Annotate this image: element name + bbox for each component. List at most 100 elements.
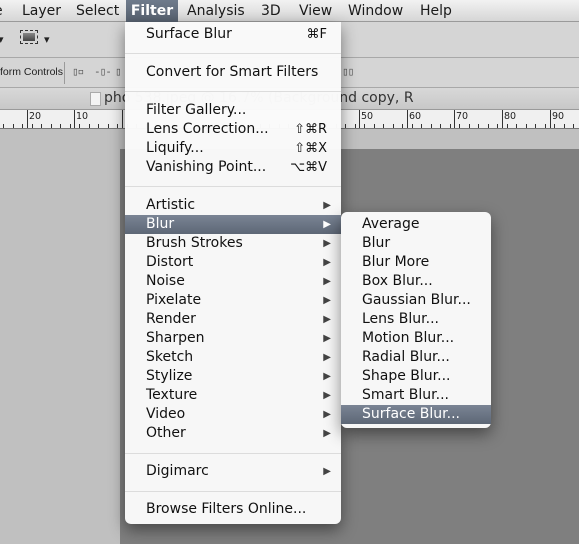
blur-menu-item-blur[interactable]: Blur bbox=[341, 234, 491, 253]
menu-item-label: Pixelate bbox=[146, 292, 202, 308]
divider bbox=[64, 62, 65, 84]
align-bottom-icon[interactable]: ▯ bbox=[115, 65, 122, 78]
submenu-arrow-icon: ▶ bbox=[323, 466, 331, 477]
menu-item-label: Stylize bbox=[146, 368, 193, 384]
menu-item-label: Shape Blur... bbox=[362, 368, 451, 384]
menu-item-label: Artistic bbox=[146, 197, 196, 213]
submenu-arrow-icon: ▶ bbox=[323, 409, 331, 420]
filter-menu-item-lens-correction[interactable]: Lens Correction... ⇧⌘R bbox=[125, 120, 341, 139]
filter-menu-item-render[interactable]: Render ▶ bbox=[125, 310, 341, 329]
menu-item-label: Digimarc bbox=[146, 463, 209, 479]
menu-item-label: Render bbox=[146, 311, 196, 327]
menu-layer[interactable]: Layer bbox=[22, 0, 61, 22]
dropdown-arrow-icon[interactable]: ▾ bbox=[0, 33, 4, 46]
filter-menu-item-stylize[interactable]: Stylize ▶ bbox=[125, 367, 341, 386]
submenu-arrow-icon: ▶ bbox=[323, 352, 331, 363]
menu-item-label: Average bbox=[362, 216, 420, 232]
filter-menu-item-distort[interactable]: Distort ▶ bbox=[125, 253, 341, 272]
filter-menu-item-sketch[interactable]: Sketch ▶ bbox=[125, 348, 341, 367]
filter-menu-item-convert-for-smart-filters[interactable]: Convert for Smart Filters bbox=[125, 63, 341, 82]
ruler-tick bbox=[32, 124, 33, 128]
ruler-tick bbox=[526, 124, 527, 128]
ruler-tick bbox=[345, 124, 346, 128]
ruler-tick bbox=[507, 124, 508, 128]
keyboard-shortcut: ⇧⌘X bbox=[294, 141, 327, 156]
menu-edit-partial[interactable]: e bbox=[0, 0, 3, 22]
ruler-label: 60 bbox=[409, 111, 422, 122]
ruler-major-tick bbox=[502, 110, 503, 128]
menu-item-label: Brush Strokes bbox=[146, 235, 243, 251]
blur-menu-item-motion-blur[interactable]: Motion Blur... bbox=[341, 329, 491, 348]
keyboard-shortcut: ⌥⌘V bbox=[290, 160, 327, 175]
ruler-tick bbox=[3, 124, 4, 128]
menu-item-label: Smart Blur... bbox=[362, 387, 449, 403]
blur-menu-item-radial-blur[interactable]: Radial Blur... bbox=[341, 348, 491, 367]
blur-menu-item-blur-more[interactable]: Blur More bbox=[341, 253, 491, 272]
dropdown-arrow-icon[interactable]: ▾ bbox=[44, 33, 50, 46]
blur-menu-item-shape-blur[interactable]: Shape Blur... bbox=[341, 367, 491, 386]
menu-filter[interactable]: Filter bbox=[126, 0, 178, 22]
filter-menu-item-artistic[interactable]: Artistic ▶ bbox=[125, 196, 341, 215]
filter-menu-item-blur[interactable]: Blur ▶ bbox=[125, 215, 341, 234]
filter-menu-item-sharpen[interactable]: Sharpen ▶ bbox=[125, 329, 341, 348]
filter-menu-item-other[interactable]: Other ▶ bbox=[125, 424, 341, 443]
filter-menu-item-brush-strokes[interactable]: Brush Strokes ▶ bbox=[125, 234, 341, 253]
filter-menu-item-pixelate[interactable]: Pixelate ▶ bbox=[125, 291, 341, 310]
filter-menu-item-filter-gallery[interactable]: Filter Gallery... bbox=[125, 101, 341, 120]
filter-menu-item-noise[interactable]: Noise ▶ bbox=[125, 272, 341, 291]
menu-select[interactable]: Select bbox=[76, 0, 119, 22]
filter-menu-item-vanishing-point[interactable]: Vanishing Point... ⌥⌘V bbox=[125, 158, 341, 177]
ruler-tick bbox=[79, 124, 80, 128]
show-transform-controls-label[interactable]: form Controls bbox=[0, 66, 63, 78]
menu-item-label: Box Blur... bbox=[362, 273, 433, 289]
submenu-arrow-icon: ▶ bbox=[323, 428, 331, 439]
submenu-arrow-icon: ▶ bbox=[323, 238, 331, 249]
blur-menu-item-average[interactable]: Average bbox=[341, 215, 491, 234]
filter-menu-item-texture[interactable]: Texture ▶ bbox=[125, 386, 341, 405]
menu-item-label: Browse Filters Online... bbox=[146, 501, 307, 517]
blur-menu-item-smart-blur[interactable]: Smart Blur... bbox=[341, 386, 491, 405]
screen-mode-icon[interactable] bbox=[20, 30, 38, 44]
submenu-arrow-icon: ▶ bbox=[323, 276, 331, 287]
menu-item-label: Sharpen bbox=[146, 330, 205, 346]
ruler-tick bbox=[383, 124, 384, 128]
align-top-icon[interactable]: ▯▫ bbox=[72, 65, 84, 78]
ruler-tick bbox=[431, 124, 432, 128]
ruler-tick bbox=[421, 124, 422, 128]
submenu-arrow-icon: ▶ bbox=[323, 295, 331, 306]
menu-item-label: Blur More bbox=[362, 254, 430, 270]
menu-separator bbox=[125, 186, 341, 187]
align-vcenter-icon[interactable]: -▯- bbox=[94, 65, 112, 78]
menu-help[interactable]: Help bbox=[420, 0, 452, 22]
blur-menu-item-lens-blur[interactable]: Lens Blur... bbox=[341, 310, 491, 329]
menu-separator bbox=[125, 91, 341, 92]
filter-menu-item-surface-blur[interactable]: Surface Blur ⌘F bbox=[125, 25, 341, 44]
ruler-major-tick bbox=[454, 110, 455, 128]
ruler-label: 90 bbox=[552, 111, 565, 122]
menu-3d[interactable]: 3D bbox=[261, 0, 281, 22]
menu-separator bbox=[125, 53, 341, 54]
menu-item-label: Blur bbox=[362, 235, 391, 251]
filter-menu-item-video[interactable]: Video ▶ bbox=[125, 405, 341, 424]
menu-window[interactable]: Window bbox=[348, 0, 403, 22]
menu-item-label: Texture bbox=[146, 387, 198, 403]
blur-menu-item-surface-blur[interactable]: Surface Blur... bbox=[341, 405, 491, 424]
ruler-tick bbox=[364, 124, 365, 128]
ruler-tick bbox=[469, 124, 470, 128]
menu-item-label: Radial Blur... bbox=[362, 349, 450, 365]
ruler-tick bbox=[497, 124, 498, 128]
blur-menu-item-gaussian-blur[interactable]: Gaussian Blur... bbox=[341, 291, 491, 310]
submenu-arrow-icon: ▶ bbox=[323, 200, 331, 211]
filter-menu-item-browse-filters-online[interactable]: Browse Filters Online... bbox=[125, 500, 341, 519]
filter-menu-item-liquify[interactable]: Liquify... ⇧⌘X bbox=[125, 139, 341, 158]
menu-view[interactable]: View bbox=[299, 0, 332, 22]
ruler-major-tick bbox=[407, 110, 408, 128]
distribute-icon[interactable]: ▯▯ bbox=[342, 65, 354, 78]
menu-analysis[interactable]: Analysis bbox=[187, 0, 245, 22]
ruler-tick bbox=[545, 124, 546, 128]
ruler-major-tick bbox=[122, 110, 123, 128]
ruler-tick bbox=[41, 124, 42, 128]
blur-menu-item-box-blur[interactable]: Box Blur... bbox=[341, 272, 491, 291]
submenu-arrow-icon: ▶ bbox=[323, 314, 331, 325]
filter-menu-item-digimarc[interactable]: Digimarc ▶ bbox=[125, 462, 341, 481]
